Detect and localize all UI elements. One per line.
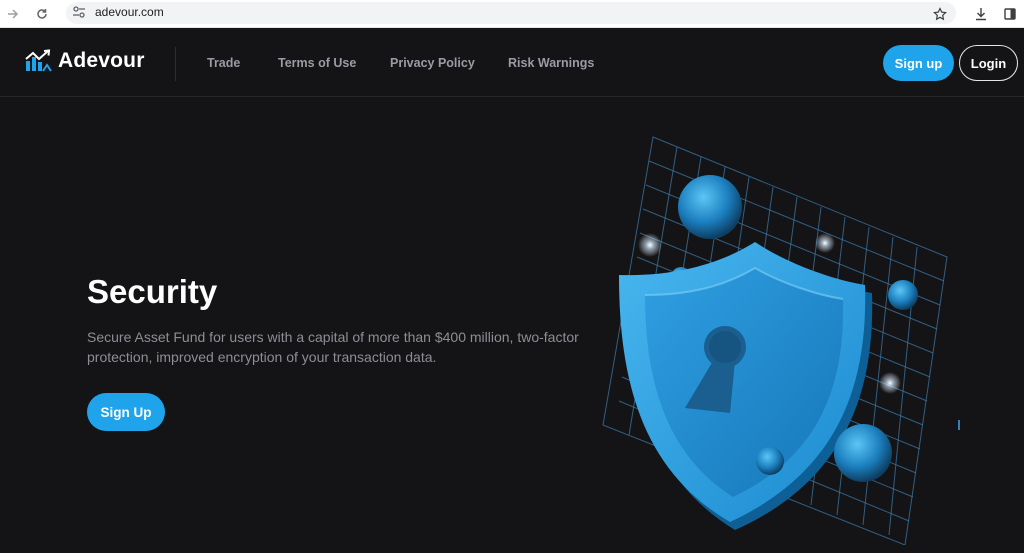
sparkle-icon (638, 233, 662, 257)
download-icon[interactable] (971, 4, 991, 24)
site-info-icon[interactable] (72, 5, 86, 18)
scroll-indicator (958, 420, 960, 430)
orb-graphic (678, 175, 742, 239)
signup-button[interactable]: Sign up (883, 45, 954, 81)
header-divider (175, 47, 176, 81)
browser-toolbar: adevour.com (0, 0, 1024, 28)
nav-privacy-policy[interactable]: Privacy Policy (390, 56, 475, 70)
brand-logo-icon (25, 49, 52, 72)
nav-trade[interactable]: Trade (207, 56, 240, 70)
star-icon[interactable] (930, 4, 950, 24)
sparkle-icon (815, 233, 835, 253)
address-bar[interactable] (66, 2, 956, 24)
hero-title: Security (87, 273, 218, 310)
nav-terms-of-use[interactable]: Terms of Use (278, 56, 356, 70)
orb-graphic (888, 280, 918, 310)
hero-signup-button[interactable]: Sign Up (87, 393, 165, 431)
reload-icon[interactable] (32, 4, 52, 24)
hero-description: Secure Asset Fund for users with a capit… (87, 329, 579, 365)
orb-graphic (756, 447, 784, 475)
shield-lock-icon (602, 136, 948, 545)
login-button[interactable]: Login (959, 45, 1018, 81)
site-header: Adevour Trade Terms of Use Privacy Polic… (0, 29, 1024, 97)
side-panel-icon[interactable] (1000, 4, 1020, 24)
orb-graphic (834, 424, 892, 482)
brand-logo[interactable]: Adevour (24, 49, 145, 73)
brand-name: Adevour (58, 49, 145, 72)
url-text[interactable]: adevour.com (95, 5, 164, 19)
nav-risk-warnings[interactable]: Risk Warnings (508, 56, 594, 70)
sparkle-icon (879, 372, 901, 394)
arrow-forward-icon[interactable] (3, 4, 23, 24)
